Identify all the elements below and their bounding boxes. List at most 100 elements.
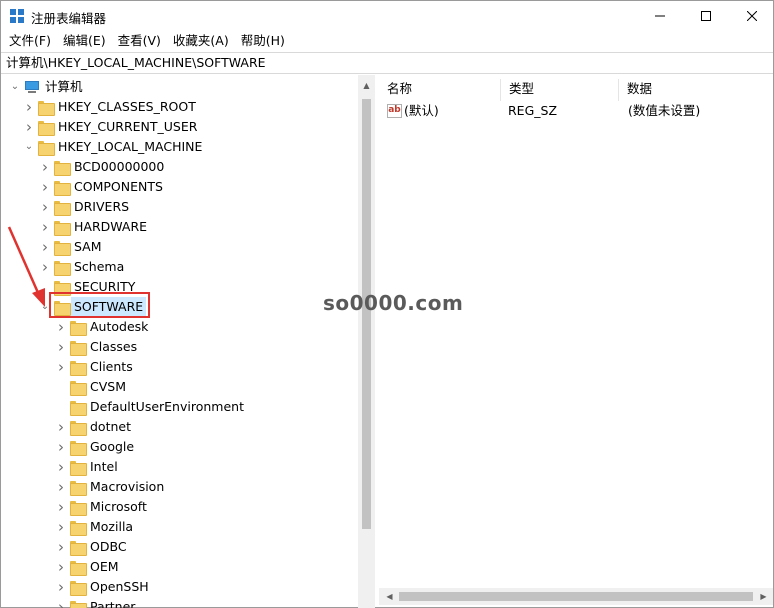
chevron-right-icon[interactable]: › xyxy=(55,437,67,457)
folder-icon xyxy=(70,380,87,396)
chevron-right-icon[interactable]: › xyxy=(55,317,67,337)
regedit-app-icon xyxy=(10,9,24,23)
chevron-right-icon[interactable]: › xyxy=(55,477,67,497)
chevron-right-icon[interactable]: › xyxy=(55,417,67,437)
folder-icon xyxy=(54,200,71,216)
tree-item[interactable]: ⌄ HKEY_LOCAL_MACHINE xyxy=(23,137,202,157)
tree-item-label: DRIVERS xyxy=(74,199,130,214)
tree-item[interactable]: › OpenSSH xyxy=(55,577,149,597)
folder-icon xyxy=(70,580,87,596)
chevron-right-icon[interactable]: › xyxy=(55,457,67,477)
chevron-right-icon[interactable]: › xyxy=(39,157,51,177)
tree-item-label: SAM xyxy=(74,239,102,254)
close-icon xyxy=(747,11,757,21)
tree-item[interactable]: › HKEY_CURRENT_USER xyxy=(23,117,197,137)
folder-icon xyxy=(70,420,87,436)
maximize-button[interactable] xyxy=(683,1,729,31)
title-bar: 注册表编辑器 xyxy=(1,1,773,31)
tree-item-label: Partner xyxy=(90,599,136,608)
column-header-name[interactable]: 名称 xyxy=(379,79,501,101)
list-item[interactable]: ab (默认) REG_SZ (数值未设置) xyxy=(379,101,771,121)
chevron-right-icon[interactable]: › xyxy=(55,537,67,557)
menu-view[interactable]: 查看(V) xyxy=(112,31,167,51)
tree-item-label: CVSM xyxy=(90,379,126,394)
list-scroll-thumb[interactable] xyxy=(399,592,753,601)
tree-item[interactable]: › Mozilla xyxy=(55,517,133,537)
folder-icon xyxy=(70,340,87,356)
chevron-right-icon[interactable]: › xyxy=(55,597,67,608)
tree-item[interactable]: DefaultUserEnvironment xyxy=(55,397,244,417)
folder-icon xyxy=(70,460,87,476)
tree-item[interactable]: › Autodesk xyxy=(55,317,148,337)
scroll-up-icon[interactable]: ▲ xyxy=(358,77,375,94)
tree-item[interactable]: › OEM xyxy=(55,557,119,577)
tree-item[interactable]: › Classes xyxy=(55,337,137,357)
tree-item[interactable]: › DRIVERS xyxy=(39,197,129,217)
tree-item[interactable]: › Microsoft xyxy=(55,497,147,517)
folder-icon xyxy=(70,540,87,556)
tree-item[interactable]: CVSM xyxy=(55,377,126,397)
annotation-highlight-box xyxy=(49,292,150,318)
tree-item-label: Classes xyxy=(90,339,138,354)
column-header-data[interactable]: 数据 xyxy=(619,79,771,101)
tree-item-label: COMPONENTS xyxy=(74,179,163,194)
chevron-right-icon[interactable]: › xyxy=(55,517,67,537)
value-name: (默认) xyxy=(404,103,439,118)
chevron-right-icon[interactable]: › xyxy=(55,557,67,577)
tree-item[interactable]: › Clients xyxy=(55,357,133,377)
folder-icon xyxy=(70,320,87,336)
scroll-left-icon[interactable]: ◀ xyxy=(381,588,398,605)
minimize-icon xyxy=(655,15,665,17)
address-bar[interactable]: 计算机\HKEY_LOCAL_MACHINE\SOFTWARE xyxy=(1,52,773,74)
tree-item-label: Microsoft xyxy=(90,499,147,514)
chevron-right-icon[interactable]: › xyxy=(23,117,35,137)
tree-item-label: Macrovision xyxy=(90,479,165,494)
tree-item[interactable]: › ODBC xyxy=(55,537,127,557)
list-horizontal-scrollbar[interactable]: ◀ ▶ xyxy=(379,588,773,605)
tree-item-label: ODBC xyxy=(90,539,127,554)
tree-item-label: HKEY_LOCAL_MACHINE xyxy=(58,139,203,154)
minimize-button[interactable] xyxy=(637,1,683,31)
menu-favorites[interactable]: 收藏夹(A) xyxy=(167,31,235,51)
folder-icon xyxy=(70,360,87,376)
chevron-right-icon[interactable]: › xyxy=(55,577,67,597)
chevron-down-icon[interactable]: ⌄ xyxy=(9,77,21,97)
value-data: (数值未设置) xyxy=(628,103,701,118)
menu-edit[interactable]: 编辑(E) xyxy=(57,31,112,51)
chevron-right-icon[interactable]: › xyxy=(55,357,67,377)
close-button[interactable] xyxy=(729,1,774,31)
folder-icon xyxy=(38,140,55,156)
menu-file[interactable]: 文件(F) xyxy=(1,31,57,51)
chevron-right-icon[interactable]: › xyxy=(55,497,67,517)
tree-item-label: BCD00000000 xyxy=(74,159,165,174)
folder-icon xyxy=(70,480,87,496)
menu-help[interactable]: 帮助(H) xyxy=(235,31,291,51)
tree-item-label: dotnet xyxy=(90,419,131,434)
folder-icon xyxy=(38,100,55,116)
chevron-right-icon[interactable]: › xyxy=(55,337,67,357)
folder-icon xyxy=(70,600,87,608)
column-header-type[interactable]: 类型 xyxy=(501,79,619,101)
tree-item[interactable]: › Intel xyxy=(55,457,118,477)
value-list: 名称 类型 数据 ab (默认) REG_SZ (数值未设置) xyxy=(379,75,773,608)
tree-item[interactable]: › Google xyxy=(55,437,134,457)
tree-vertical-scrollbar[interactable]: ▲ xyxy=(358,75,375,608)
tree-item[interactable]: › HKEY_CLASSES_ROOT xyxy=(23,97,196,117)
chevron-down-icon[interactable]: ⌄ xyxy=(23,137,35,157)
tree-item-label: Mozilla xyxy=(90,519,134,534)
tree-item[interactable]: › dotnet xyxy=(55,417,131,437)
tree-item-label: HARDWARE xyxy=(74,219,148,234)
tree-item-label: Autodesk xyxy=(90,319,149,334)
chevron-right-icon[interactable]: › xyxy=(23,97,35,117)
tree-item-computer[interactable]: ⌄ 计算机 xyxy=(9,77,83,97)
scroll-right-icon[interactable]: ▶ xyxy=(755,588,772,605)
tree-item[interactable]: › Macrovision xyxy=(55,477,164,497)
tree-item[interactable]: › Partner xyxy=(55,597,135,608)
tree-item[interactable]: › BCD00000000 xyxy=(39,157,164,177)
tree-item[interactable]: › COMPONENTS xyxy=(39,177,163,197)
tree-item-label: HKEY_CLASSES_ROOT xyxy=(58,99,196,114)
chevron-right-icon[interactable]: › xyxy=(39,177,51,197)
chevron-right-icon[interactable]: › xyxy=(39,197,51,217)
watermark-text: so0000.com xyxy=(323,291,464,315)
